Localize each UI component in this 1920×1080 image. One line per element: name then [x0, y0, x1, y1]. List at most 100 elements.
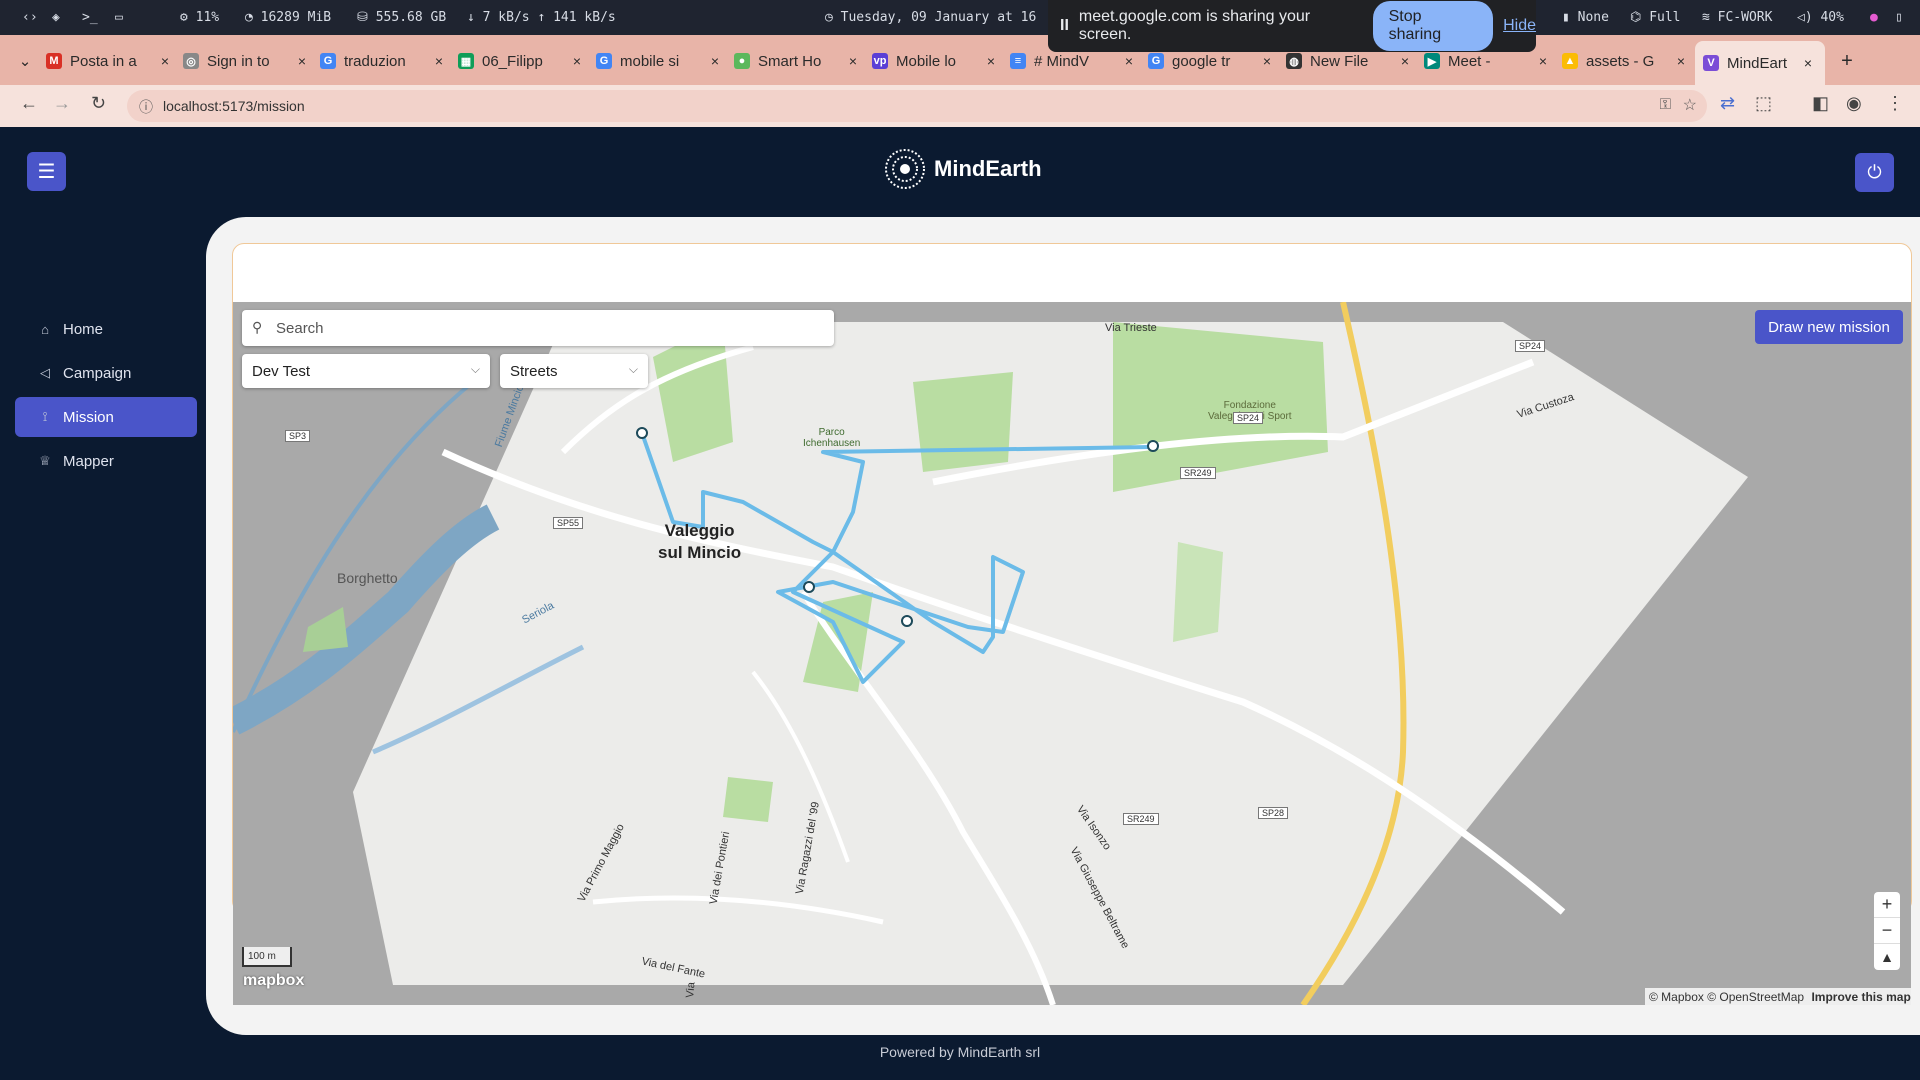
sidebar-item-home[interactable]: ⌂ Home: [15, 309, 197, 349]
network-indicator: ↓ 7 kB/s ↑ 141 kB/s: [467, 10, 616, 25]
campaign-select-value: Dev Test: [252, 362, 311, 380]
close-icon[interactable]: ×: [1534, 53, 1552, 69]
translate-icon[interactable]: ⇄: [1720, 93, 1735, 114]
browser-menu-icon[interactable]: ⋮: [1886, 93, 1904, 114]
extensions-icon[interactable]: ⬚: [1755, 93, 1772, 114]
mapbox-logo[interactable]: mapbox: [243, 972, 304, 990]
place-label-borghetto: Borghetto: [337, 570, 398, 586]
screen-share-banner: II meet.google.com is sharing your scree…: [1048, 0, 1536, 52]
map-canvas[interactable]: [233, 302, 1911, 1005]
wifi-value: FC-WORK: [1717, 10, 1773, 25]
reload-icon[interactable]: ↻: [91, 93, 106, 114]
browser-tab[interactable]: Gmobile si ×: [596, 44, 724, 78]
sidepanel-icon[interactable]: ◧: [1812, 93, 1829, 114]
volume-value: 40%: [1820, 10, 1844, 25]
close-icon[interactable]: ×: [1120, 53, 1138, 69]
browser-tab-strip: ⌄ M Posta in a × ◎ Sign in to × Gtraduzion × ▦ 06…: [0, 35, 1920, 85]
bookmark-star-icon[interactable]: ☆: [1683, 95, 1697, 115]
street-label-via-trieste: Via Trieste: [1105, 322, 1157, 334]
sidebar-item-label: Mapper: [63, 452, 114, 470]
close-icon[interactable]: ×: [1672, 53, 1690, 69]
tab-title: assets - G: [1586, 52, 1655, 70]
map-attribution: © Mapbox © OpenStreetMap Improve this ma…: [1645, 988, 1911, 1005]
chevron-down-icon: ⌵: [628, 362, 638, 376]
datetime-value: Tuesday, 09 January at 16: [840, 10, 1037, 25]
close-icon[interactable]: ×: [1396, 53, 1414, 69]
stop-sharing-button[interactable]: Stop sharing: [1372, 1, 1494, 51]
logout-button[interactable]: ⏻: [1855, 153, 1894, 192]
zoom-in-button[interactable]: +: [1874, 892, 1900, 918]
info-icon[interactable]: ⓘ: [139, 97, 153, 117]
road-shield-sr249-b: SR249: [1123, 813, 1159, 825]
close-icon[interactable]: ×: [156, 53, 174, 69]
map-search-input[interactable]: ⚲ Search: [242, 310, 834, 346]
street-label-via: Via: [684, 981, 698, 999]
compass-button[interactable]: ▲: [1874, 944, 1900, 970]
megaphone-icon: ◁: [40, 365, 50, 380]
campaign-select[interactable]: Dev Test ⌵: [242, 354, 490, 388]
sidebar-item-mapper[interactable]: ♕ Mapper: [15, 441, 197, 481]
tab-title: # MindV: [1034, 52, 1090, 70]
profile-value: None: [1577, 10, 1609, 25]
chevron-down-icon: ⌵: [470, 362, 480, 376]
menu-toggle-button[interactable]: ☰: [27, 152, 66, 191]
sidebar-item-mission[interactable]: ⟟ Mission: [15, 397, 197, 437]
profile-indicator: ▮ None: [1562, 10, 1609, 25]
hide-banner-link[interactable]: Hide: [1503, 17, 1536, 35]
new-tab-button[interactable]: +: [1836, 44, 1858, 78]
tab-title: Meet -: [1448, 52, 1491, 70]
close-icon[interactable]: ×: [844, 53, 862, 69]
url-text: localhost:5173/mission: [163, 98, 305, 114]
tab-search-dropdown[interactable]: ⌄: [14, 44, 36, 78]
shield-icon: ◈: [52, 10, 60, 25]
place-label-parco: Parco Ichenhausen: [803, 427, 861, 449]
address-bar-row: ← → ↻ ⓘ localhost:5173/mission ⚿ ☆ ⇄ ⬚ ◧…: [0, 85, 1920, 127]
terminal-icon: >_: [82, 10, 98, 25]
profile-avatar[interactable]: ◉: [1846, 93, 1862, 114]
browser-tab[interactable]: ▲ assets - G ×: [1562, 44, 1690, 78]
cpu-indicator: ⚙ 11%: [180, 10, 220, 25]
close-icon[interactable]: ×: [1258, 53, 1276, 69]
tab-title: Sign in to: [207, 52, 270, 70]
close-icon[interactable]: ×: [568, 53, 586, 69]
close-icon[interactable]: ×: [430, 53, 448, 69]
key-icon[interactable]: ⚿: [1660, 96, 1671, 113]
logout-icon: ⏻: [1867, 162, 1882, 182]
map-style-select[interactable]: Streets ⌵: [500, 354, 648, 388]
close-icon[interactable]: ×: [293, 53, 311, 69]
mission-map[interactable]: Valeggio sul Mincio Borghetto Parco Iche…: [233, 302, 1911, 1005]
forward-icon[interactable]: →: [53, 93, 71, 114]
browser-tab[interactable]: Gtraduzion ×: [320, 44, 448, 78]
road-shield-sp24-b: SP24: [1233, 412, 1264, 424]
volume-indicator: ◁) 40%: [1797, 10, 1844, 25]
tab-title: MindEart: [1727, 54, 1788, 72]
brand-logo: MindEarth: [884, 149, 1042, 189]
disk-indicator: ⛁ 555.68 GB: [357, 10, 447, 25]
favicon-icon: G: [1148, 53, 1164, 69]
city-label-valeggio: Valeggio sul Mincio: [658, 521, 742, 562]
draw-new-mission-button[interactable]: Draw new mission: [1755, 310, 1903, 344]
close-icon[interactable]: ×: [706, 53, 724, 69]
close-icon[interactable]: ×: [982, 53, 1000, 69]
favicon-icon: G: [596, 53, 612, 69]
sidebar-item-campaign[interactable]: ◁ Campaign: [15, 353, 197, 393]
wifi-indicator: ≋ FC-WORK: [1702, 10, 1773, 25]
back-icon[interactable]: ←: [20, 93, 38, 114]
url-field[interactable]: ⓘ localhost:5173/mission ⚿ ☆: [127, 90, 1707, 122]
favicon-icon: ▶: [1424, 53, 1440, 69]
tab-title: Mobile lo: [896, 52, 957, 70]
zoom-out-button[interactable]: −: [1874, 918, 1900, 944]
browser-tab[interactable]: V MindEart ×: [1695, 41, 1825, 85]
browser-tab[interactable]: ◎ Sign in to ×: [183, 44, 311, 78]
browser-tab[interactable]: M Posta in a ×: [46, 44, 174, 78]
close-icon[interactable]: ×: [1799, 55, 1817, 71]
browser-tab[interactable]: vp Mobile lo ×: [872, 44, 1000, 78]
improve-map-link[interactable]: Improve this map: [1811, 990, 1910, 1004]
footer-text: Powered by MindEarth srl: [879, 1044, 1041, 1060]
brand-name: MindEarth: [934, 156, 1042, 181]
favicon-icon: ▲: [1562, 53, 1578, 69]
browser-tab[interactable]: ● Smart Ho ×: [734, 44, 862, 78]
app-icon: ●: [1870, 10, 1878, 25]
favicon-icon: G: [320, 53, 336, 69]
browser-tab[interactable]: ▦ 06_Filipp ×: [458, 44, 586, 78]
